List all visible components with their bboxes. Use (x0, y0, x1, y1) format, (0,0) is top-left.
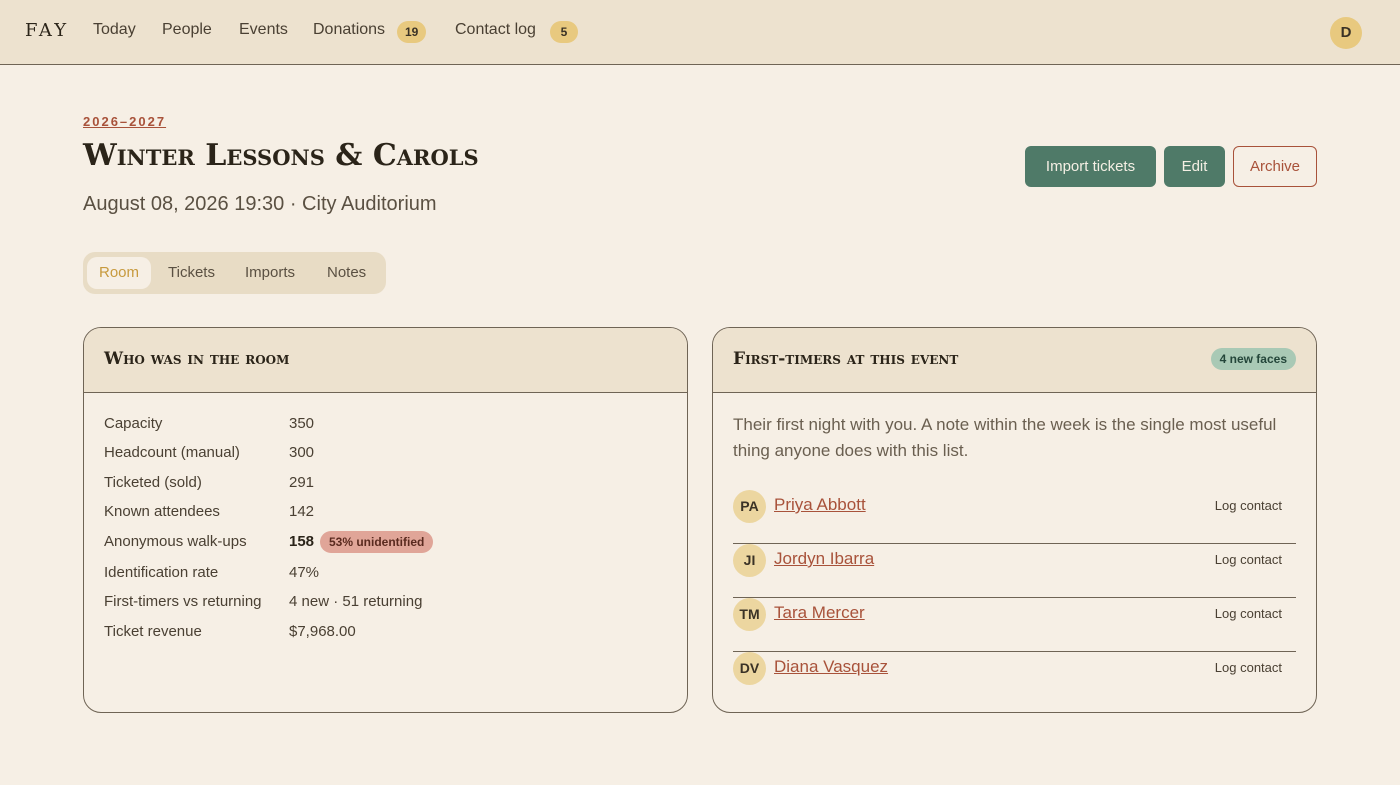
list-item: PA Priya Abbott Log contact (733, 490, 1296, 544)
first-timers-intro: Their first night with you. A note withi… (733, 415, 1277, 460)
tab-bar: Room Tickets Imports Notes (83, 252, 386, 294)
first-timers-panel-title: First-timers at this event (733, 349, 959, 369)
nav-events[interactable]: Events (239, 21, 288, 39)
event-subtitle: August 08, 2026 19:30 · City Auditorium (83, 193, 437, 215)
stat-label: Capacity (104, 415, 163, 432)
stat-value: 300 (289, 444, 315, 461)
person-name-link[interactable]: Priya Abbott (774, 495, 866, 515)
tab-room[interactable]: Room (87, 257, 152, 289)
donations-count-badge: 19 (397, 21, 427, 43)
top-nav-bar: FAY Today People Events Donations 19 Con… (0, 0, 1400, 65)
nav-contact-log[interactable]: Contact log (455, 21, 536, 39)
stat-label: Ticket revenue (104, 623, 202, 640)
user-avatar[interactable]: D (1330, 17, 1362, 49)
room-panel-header: Who was in the room (84, 328, 687, 393)
room-panel: Who was in the room Capacity 350 Headcou… (83, 327, 688, 713)
import-tickets-button[interactable]: Import tickets (1025, 146, 1156, 187)
log-contact-button[interactable]: Log contact (1215, 660, 1282, 675)
list-item: JI Jordyn Ibarra Log contact (733, 544, 1296, 598)
tab-tickets[interactable]: Tickets (156, 257, 227, 289)
stat-value: 47% (289, 564, 320, 581)
brand-logo[interactable]: FAY (25, 20, 69, 41)
stat-value: 4 new · 51 returning (289, 593, 423, 610)
nav-today[interactable]: Today (93, 21, 136, 39)
stat-value: 291 (289, 474, 315, 491)
stat-label: Identification rate (104, 564, 219, 581)
room-panel-title: Who was in the room (104, 349, 290, 369)
contact-log-count-badge: 5 (550, 21, 578, 43)
list-item: TM Tara Mercer Log contact (733, 598, 1296, 652)
season-link[interactable]: 2026–2027 (83, 114, 166, 129)
stat-label: Headcount (manual) (104, 444, 240, 461)
person-name-link[interactable]: Jordyn Ibarra (774, 549, 874, 569)
nav-donations[interactable]: Donations (313, 21, 385, 39)
stat-value: $7,968.00 (289, 623, 356, 640)
list-item: DV Diana Vasquez Log contact (733, 652, 1296, 706)
stat-label: Anonymous walk-ups (104, 533, 247, 550)
avatar: JI (733, 544, 766, 577)
stat-label: First-timers vs returning (104, 593, 262, 610)
avatar: TM (733, 598, 766, 631)
first-timers-panel-header: First-timers at this event 4 new faces (713, 328, 1316, 393)
archive-button[interactable]: Archive (1233, 146, 1317, 187)
tab-notes[interactable]: Notes (315, 257, 378, 289)
person-name-link[interactable]: Diana Vasquez (774, 657, 888, 677)
stat-label: Ticketed (sold) (104, 474, 202, 491)
log-contact-button[interactable]: Log contact (1215, 552, 1282, 567)
unidentified-badge: 53% unidentified (320, 531, 434, 553)
person-name-link[interactable]: Tara Mercer (774, 603, 865, 623)
avatar: DV (733, 652, 766, 685)
page-title: Winter Lessons & Carols (83, 138, 479, 173)
nav-people[interactable]: People (162, 21, 212, 39)
stat-label: Known attendees (104, 503, 220, 520)
stat-value: 158 (289, 533, 315, 550)
first-timers-panel: First-timers at this event 4 new faces T… (712, 327, 1317, 713)
log-contact-button[interactable]: Log contact (1215, 606, 1282, 621)
log-contact-button[interactable]: Log contact (1215, 498, 1282, 513)
edit-button[interactable]: Edit (1164, 146, 1225, 187)
new-faces-badge: 4 new faces (1210, 348, 1296, 370)
stat-value: 350 (289, 415, 315, 432)
avatar: PA (733, 490, 766, 523)
tab-imports[interactable]: Imports (233, 257, 307, 289)
stat-value: 142 (289, 503, 315, 520)
